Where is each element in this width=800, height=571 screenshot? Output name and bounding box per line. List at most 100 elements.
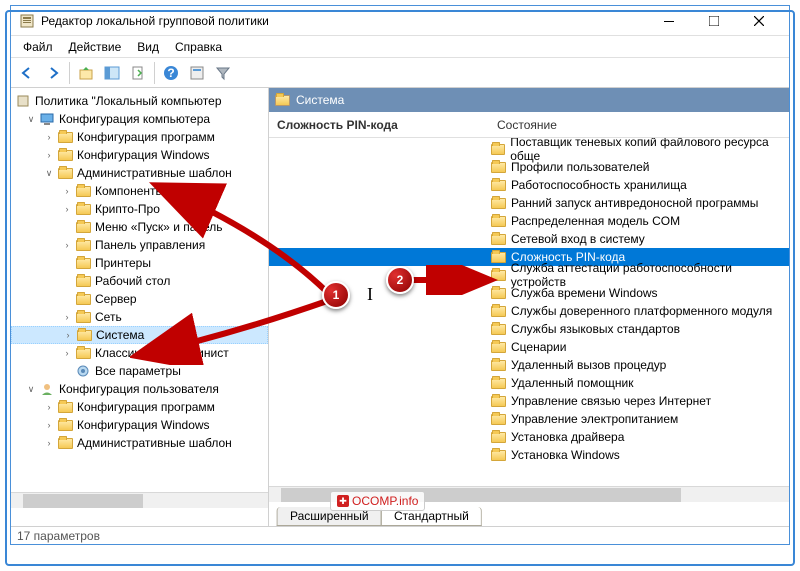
- collapse-icon[interactable]: ∨: [43, 167, 55, 179]
- header-state[interactable]: Состояние: [489, 114, 565, 136]
- tree-network[interactable]: ›Сеть: [11, 308, 268, 326]
- close-button[interactable]: [736, 7, 781, 35]
- list-item-label: Удаленный вызов процедур: [511, 358, 666, 372]
- expand-icon[interactable]: ›: [61, 347, 73, 359]
- expand-icon[interactable]: ›: [43, 401, 55, 413]
- tree-user-software[interactable]: ›Конфигурация программ: [11, 398, 268, 416]
- list-item-label: Управление связью через Интернет: [511, 394, 711, 408]
- tree-win-components[interactable]: ›Компоненты Windows: [11, 182, 268, 200]
- tree-printers[interactable]: Принтеры: [11, 254, 268, 272]
- expand-icon[interactable]: ›: [43, 419, 55, 431]
- tree-start-menu[interactable]: Меню «Пуск» и панель: [11, 218, 268, 236]
- list-item[interactable]: Управление электропитанием: [269, 410, 789, 428]
- folder-icon: [275, 95, 290, 106]
- folder-icon: [491, 306, 506, 317]
- filter-button[interactable]: [211, 61, 235, 85]
- tree-control-panel[interactable]: ›Панель управления: [11, 236, 268, 254]
- header-name[interactable]: Сложность PIN-кода: [269, 114, 489, 136]
- folder-icon: [491, 378, 506, 389]
- expand-icon[interactable]: ›: [61, 203, 73, 215]
- list-item[interactable]: Распределенная модель COM: [269, 212, 789, 230]
- list-item[interactable]: Сценарии: [269, 338, 789, 356]
- list-item[interactable]: Поставщик теневых копий файлового ресурс…: [269, 140, 789, 158]
- expand-icon[interactable]: ›: [62, 329, 74, 341]
- tree-software[interactable]: ›Конфигурация программ: [11, 128, 268, 146]
- user-icon: [39, 382, 55, 396]
- list-item-label: Служба времени Windows: [511, 286, 658, 300]
- tree-user-config[interactable]: ∨Конфигурация пользователя: [11, 380, 268, 398]
- list-item-label: Сценарии: [511, 340, 566, 354]
- list-item-label: Служба аттестации работоспособности устр…: [511, 261, 785, 289]
- list-item[interactable]: Служба аттестации работоспособности устр…: [269, 266, 789, 284]
- tree-user-windows[interactable]: ›Конфигурация Windows: [11, 416, 268, 434]
- list-item[interactable]: Установка Windows: [269, 446, 789, 464]
- collapse-icon[interactable]: ∨: [25, 383, 37, 395]
- app-window: Редактор локальной групповой политики Фа…: [10, 5, 790, 545]
- list-item-label: Службы доверенного платформенного модуля: [511, 304, 772, 318]
- folder-icon: [491, 252, 506, 263]
- svg-text:?: ?: [167, 66, 174, 80]
- folder-icon: [491, 288, 506, 299]
- tree-user-admin[interactable]: ›Административные шаблон: [11, 434, 268, 452]
- folder-icon: [491, 162, 506, 173]
- list-item[interactable]: Службы доверенного платформенного модуля: [269, 302, 789, 320]
- show-hide-button[interactable]: [100, 61, 124, 85]
- help-button[interactable]: ?: [159, 61, 183, 85]
- menu-action[interactable]: Действие: [61, 37, 130, 57]
- tree-crypto[interactable]: ›Крипто-Про: [11, 200, 268, 218]
- list-item[interactable]: Удаленный помощник: [269, 374, 789, 392]
- list-item[interactable]: Службы языковых стандартов: [269, 320, 789, 338]
- menu-view[interactable]: Вид: [129, 37, 167, 57]
- folder-icon: [491, 324, 506, 335]
- expand-icon[interactable]: ›: [61, 239, 73, 251]
- expand-icon[interactable]: ›: [43, 131, 55, 143]
- minimize-button[interactable]: [646, 7, 691, 35]
- app-icon: [19, 13, 35, 29]
- expand-icon[interactable]: ›: [61, 311, 73, 323]
- list-item[interactable]: Ранний запуск антивредоносной программы: [269, 194, 789, 212]
- expand-icon[interactable]: ›: [43, 149, 55, 161]
- menu-help[interactable]: Справка: [167, 37, 230, 57]
- collapse-icon[interactable]: ∨: [25, 113, 37, 125]
- tree-scrollbar[interactable]: [11, 492, 268, 508]
- forward-button[interactable]: [41, 61, 65, 85]
- folder-icon: [491, 144, 505, 155]
- folder-icon: [491, 396, 506, 407]
- maximize-button[interactable]: [691, 7, 736, 35]
- list-item[interactable]: Управление связью через Интернет: [269, 392, 789, 410]
- export-button[interactable]: [126, 61, 150, 85]
- list-item[interactable]: Удаленный вызов процедур: [269, 356, 789, 374]
- expand-icon[interactable]: ›: [61, 185, 73, 197]
- tree-desktop[interactable]: Рабочий стол: [11, 272, 268, 290]
- column-headers: Сложность PIN-кода Состояние: [269, 112, 789, 138]
- tree-system[interactable]: ›Система: [11, 326, 268, 344]
- content-panel: Система Сложность PIN-кода Состояние Пос…: [269, 88, 789, 526]
- list-item[interactable]: Сетевой вход в систему: [269, 230, 789, 248]
- properties-button[interactable]: [185, 61, 209, 85]
- path-bar: Система: [269, 88, 789, 112]
- tree-admin-templates[interactable]: ∨Административные шаблон: [11, 164, 268, 182]
- list-item[interactable]: Работоспособность хранилища: [269, 176, 789, 194]
- tree-classic-admin[interactable]: ›Классические админист: [11, 344, 268, 362]
- item-list: Поставщик теневых копий файлового ресурс…: [269, 138, 789, 486]
- back-button[interactable]: [15, 61, 39, 85]
- watermark: OCOMP.info: [330, 491, 425, 511]
- policy-icon: [15, 94, 31, 108]
- folder-icon: [491, 270, 506, 281]
- list-item-label: Управление электропитанием: [511, 412, 678, 426]
- list-item[interactable]: Установка драйвера: [269, 428, 789, 446]
- list-item-label: Профили пользователей: [511, 160, 649, 174]
- tree-computer-config[interactable]: ∨Конфигурация компьютера: [11, 110, 268, 128]
- up-button[interactable]: [74, 61, 98, 85]
- folder-icon: [491, 414, 506, 425]
- tree-windows-config[interactable]: ›Конфигурация Windows: [11, 146, 268, 164]
- list-item-label: Сетевой вход в систему: [511, 232, 645, 246]
- tree-server[interactable]: Сервер: [11, 290, 268, 308]
- folder-icon: [491, 216, 506, 227]
- folder-icon: [491, 360, 506, 371]
- folder-icon: [491, 342, 506, 353]
- expand-icon[interactable]: ›: [43, 437, 55, 449]
- tree-root[interactable]: Политика "Локальный компьютер: [11, 92, 268, 110]
- menu-file[interactable]: Файл: [15, 37, 61, 57]
- tree-all-params[interactable]: Все параметры: [11, 362, 268, 380]
